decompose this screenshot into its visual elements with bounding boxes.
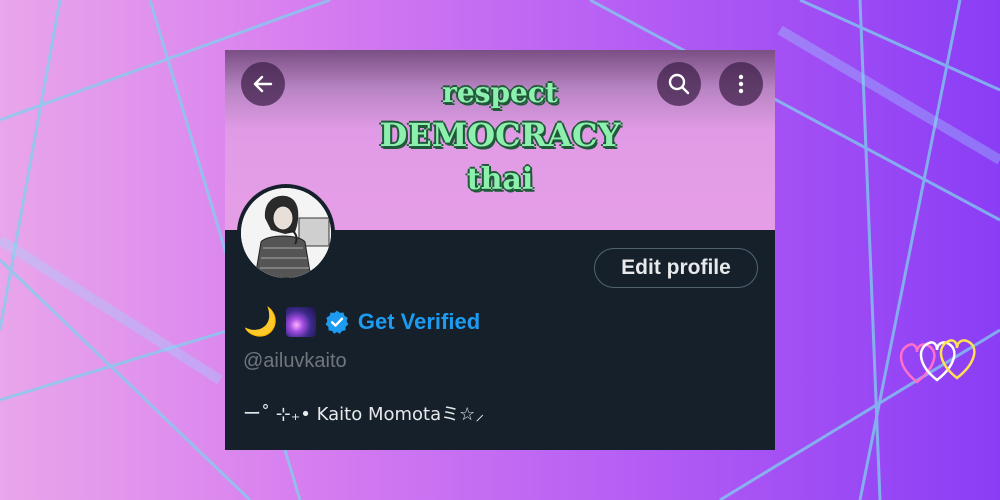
get-verified-link[interactable]: Get Verified: [358, 309, 480, 335]
crescent-moon-emoji: 🌙: [243, 305, 278, 338]
search-icon: [668, 73, 690, 95]
more-options-button[interactable]: [719, 62, 763, 106]
neon-hearts-decoration: [899, 339, 976, 384]
search-button[interactable]: [657, 62, 701, 106]
user-handle: @ailuvkaito: [243, 350, 347, 372]
galaxy-emoji-icon: [285, 307, 316, 337]
verified-badge-icon[interactable]: [324, 309, 350, 335]
edit-profile-button[interactable]: Edit profile: [594, 248, 758, 288]
profile-card: respect DEMOCRACY thai Edit profile 🌙 Ge…: [225, 50, 775, 450]
more-vertical-icon: [738, 74, 744, 94]
profile-bio: ー˚ ⊹₊• Kaito Momotaミ☆⸝: [243, 404, 485, 425]
arrow-left-icon: [253, 75, 273, 93]
avatar-image: [241, 188, 331, 278]
back-button[interactable]: [241, 62, 285, 106]
display-name-row: 🌙 Get Verified: [243, 302, 480, 342]
avatar[interactable]: [237, 184, 335, 282]
banner-text-line2: DEMOCRACY: [379, 116, 621, 154]
